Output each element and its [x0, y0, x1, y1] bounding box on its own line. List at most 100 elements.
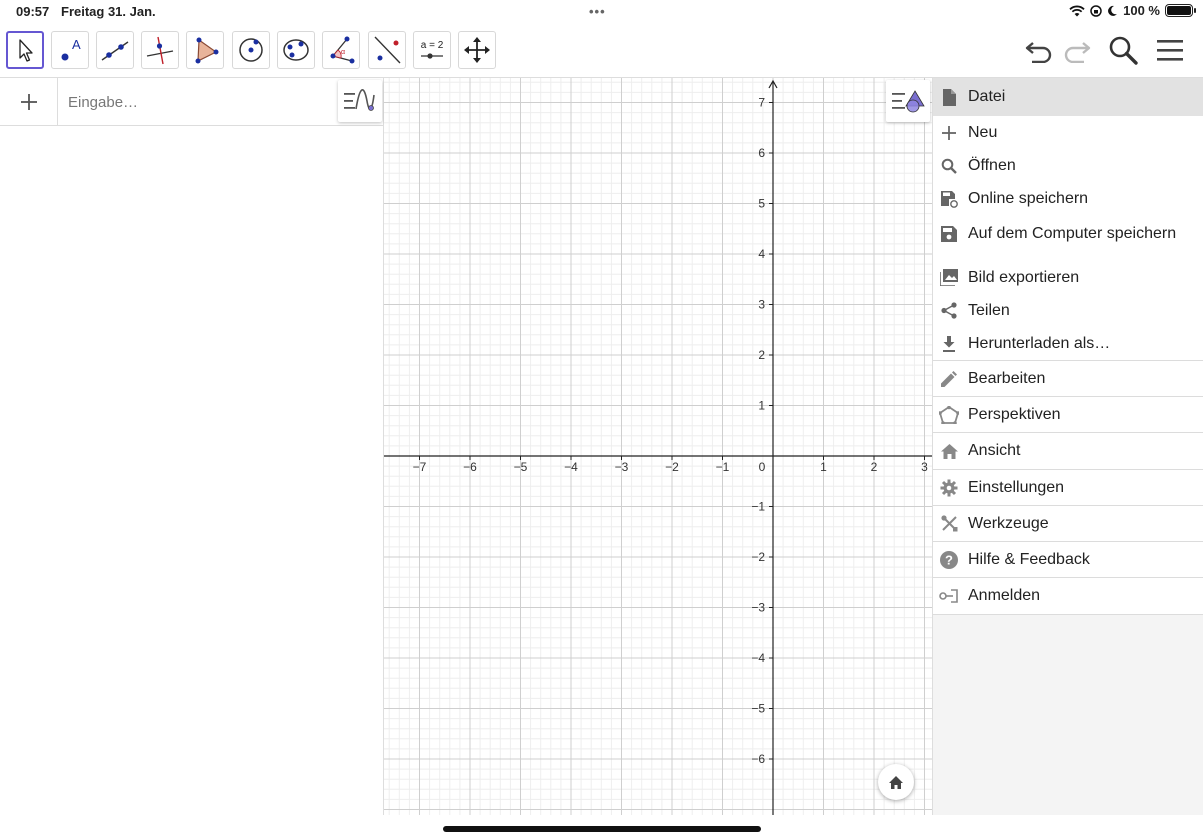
sign-in-icon [939, 586, 959, 606]
svg-text:A: A [72, 37, 81, 52]
add-item-button[interactable] [0, 78, 58, 126]
help-icon: ? [939, 550, 959, 570]
x-tick-label: −1 [716, 460, 730, 474]
status-date: Freitag 31. Jan. [61, 4, 156, 19]
x-tick-label: 1 [820, 460, 827, 474]
moon-icon [1108, 5, 1118, 16]
menu-item-datei[interactable]: Datei [933, 78, 1203, 116]
x-tick-label: −5 [514, 460, 528, 474]
multitasking-dots[interactable]: ••• [589, 4, 606, 19]
menu-item-label: Datei [968, 88, 1006, 105]
x-tick-label: −2 [665, 460, 679, 474]
menu-item-computer-speichern[interactable]: Auf dem Computer speichern [933, 215, 1203, 253]
algebra-view [0, 78, 384, 815]
graphics-style-icon [892, 90, 925, 113]
menu-item-einstellungen[interactable]: Einstellungen [933, 470, 1203, 506]
menu-item-oeffnen[interactable]: Öffnen [933, 149, 1203, 182]
angle-tool[interactable]: α [322, 31, 360, 69]
svg-text:?: ? [945, 552, 953, 567]
y-tick-label: −4 [751, 651, 765, 665]
home-icon [939, 441, 959, 461]
y-tick-label: −2 [751, 550, 765, 564]
search-button[interactable] [1106, 34, 1140, 66]
image-export-icon [939, 268, 959, 288]
hamburger-menu-icon [1157, 40, 1183, 61]
perpendicular-tool[interactable] [141, 31, 179, 69]
redo-icon [1064, 42, 1091, 63]
polygon-tool[interactable] [186, 31, 224, 69]
save-icon [939, 224, 959, 244]
perpendicular-line-icon [146, 36, 174, 65]
menu-item-anmelden[interactable]: Anmelden [933, 578, 1203, 615]
menu-item-ansicht[interactable]: Ansicht [933, 433, 1203, 470]
menu-item-bearbeiten[interactable]: Bearbeiten [933, 360, 1203, 397]
redo-button[interactable] [1060, 34, 1094, 66]
menu-item-label: Auf dem Computer speichern [968, 225, 1177, 242]
gear-icon [939, 478, 959, 498]
point-icon: A [61, 37, 81, 61]
menu-item-hilfe-feedback[interactable]: ? Hilfe & Feedback [933, 542, 1203, 578]
reflect-about-line-icon [374, 36, 401, 64]
menu-item-label: Bild exportieren [968, 268, 1080, 286]
status-indicators: 100 % [1069, 3, 1196, 18]
home-icon [889, 775, 903, 789]
x-tick-label: 3 [921, 460, 928, 474]
menu-item-werkzeuge[interactable]: Werkzeuge [933, 506, 1203, 542]
main-menu: Datei Neu Öffnen Online speichern Auf de… [932, 78, 1203, 815]
slider-tool[interactable]: a = 2 [413, 31, 451, 69]
menu-item-label: Hilfe & Feedback [968, 550, 1090, 568]
move-graphics-view-icon [464, 37, 490, 63]
circle-tool[interactable] [232, 31, 270, 69]
home-indicator[interactable] [443, 826, 761, 832]
y-tick-label: 4 [758, 247, 765, 261]
menu-item-bild-exportieren[interactable]: Bild exportieren [933, 261, 1203, 294]
share-icon [939, 301, 959, 321]
slider-icon: a = 2 [421, 40, 444, 59]
y-tick-label: 1 [758, 399, 765, 413]
menu-item-online-speichern[interactable]: Online speichern [933, 182, 1203, 215]
coordinate-grid[interactable]: −7 −6 −5 −4 −3 −2 −1 0 1 2 3 7 6 5 4 3 2 1 −1 −2 −3 −4 −5 −6 [384, 78, 932, 815]
menu-item-teilen[interactable]: Teilen [933, 294, 1203, 327]
conic-tool[interactable] [277, 31, 315, 69]
algebra-style-button[interactable] [338, 80, 382, 122]
orientation-lock-icon [1090, 4, 1102, 17]
angle-icon: α [330, 36, 355, 64]
reflect-tool[interactable] [368, 31, 406, 69]
plus-icon [20, 94, 37, 110]
menu-item-perspektiven[interactable]: Perspektiven [933, 397, 1203, 433]
algebra-style-icon [344, 89, 375, 111]
main-menu-button[interactable] [1153, 34, 1187, 66]
save-online-icon [939, 189, 959, 209]
algebra-input-row [0, 78, 384, 126]
circle-through-three-points-icon [283, 39, 309, 61]
search-icon [939, 156, 959, 176]
menu-item-label: Werkzeuge [968, 514, 1049, 532]
tools-icon [939, 514, 959, 534]
svg-text:α: α [341, 49, 345, 56]
x-tick-label: −4 [564, 460, 578, 474]
undo-button[interactable] [1022, 34, 1056, 66]
move-tool[interactable] [6, 31, 44, 69]
move-graphics-tool[interactable] [458, 31, 496, 69]
x-tick-label: −3 [615, 460, 629, 474]
y-tick-label: 7 [758, 96, 765, 110]
menu-item-label: Einstellungen [968, 478, 1065, 496]
standard-view-button[interactable] [878, 764, 914, 800]
undo-icon [1025, 42, 1052, 63]
point-tool[interactable]: A [51, 31, 89, 69]
menu-item-label: Neu [968, 123, 998, 141]
x-tick-label: 2 [871, 460, 878, 474]
algebra-input-field[interactable] [68, 90, 328, 114]
menu-item-label: Öffnen [968, 156, 1016, 174]
menu-item-label: Teilen [968, 301, 1010, 319]
x-tick-label: −7 [413, 460, 427, 474]
graphics-style-button[interactable] [886, 80, 930, 122]
y-tick-label: 2 [758, 348, 765, 362]
menu-item-herunterladen[interactable]: Herunterladen als… [933, 327, 1203, 360]
file-icon [939, 87, 959, 107]
circle-center-point-icon [239, 38, 263, 62]
line-tool[interactable] [96, 31, 134, 69]
graphics-view[interactable]: −7 −6 −5 −4 −3 −2 −1 0 1 2 3 7 6 5 4 3 2 1 −1 −2 −3 −4 −5 −6 [384, 78, 932, 815]
menu-item-neu[interactable]: Neu [933, 116, 1203, 149]
y-tick-label: 6 [758, 146, 765, 160]
